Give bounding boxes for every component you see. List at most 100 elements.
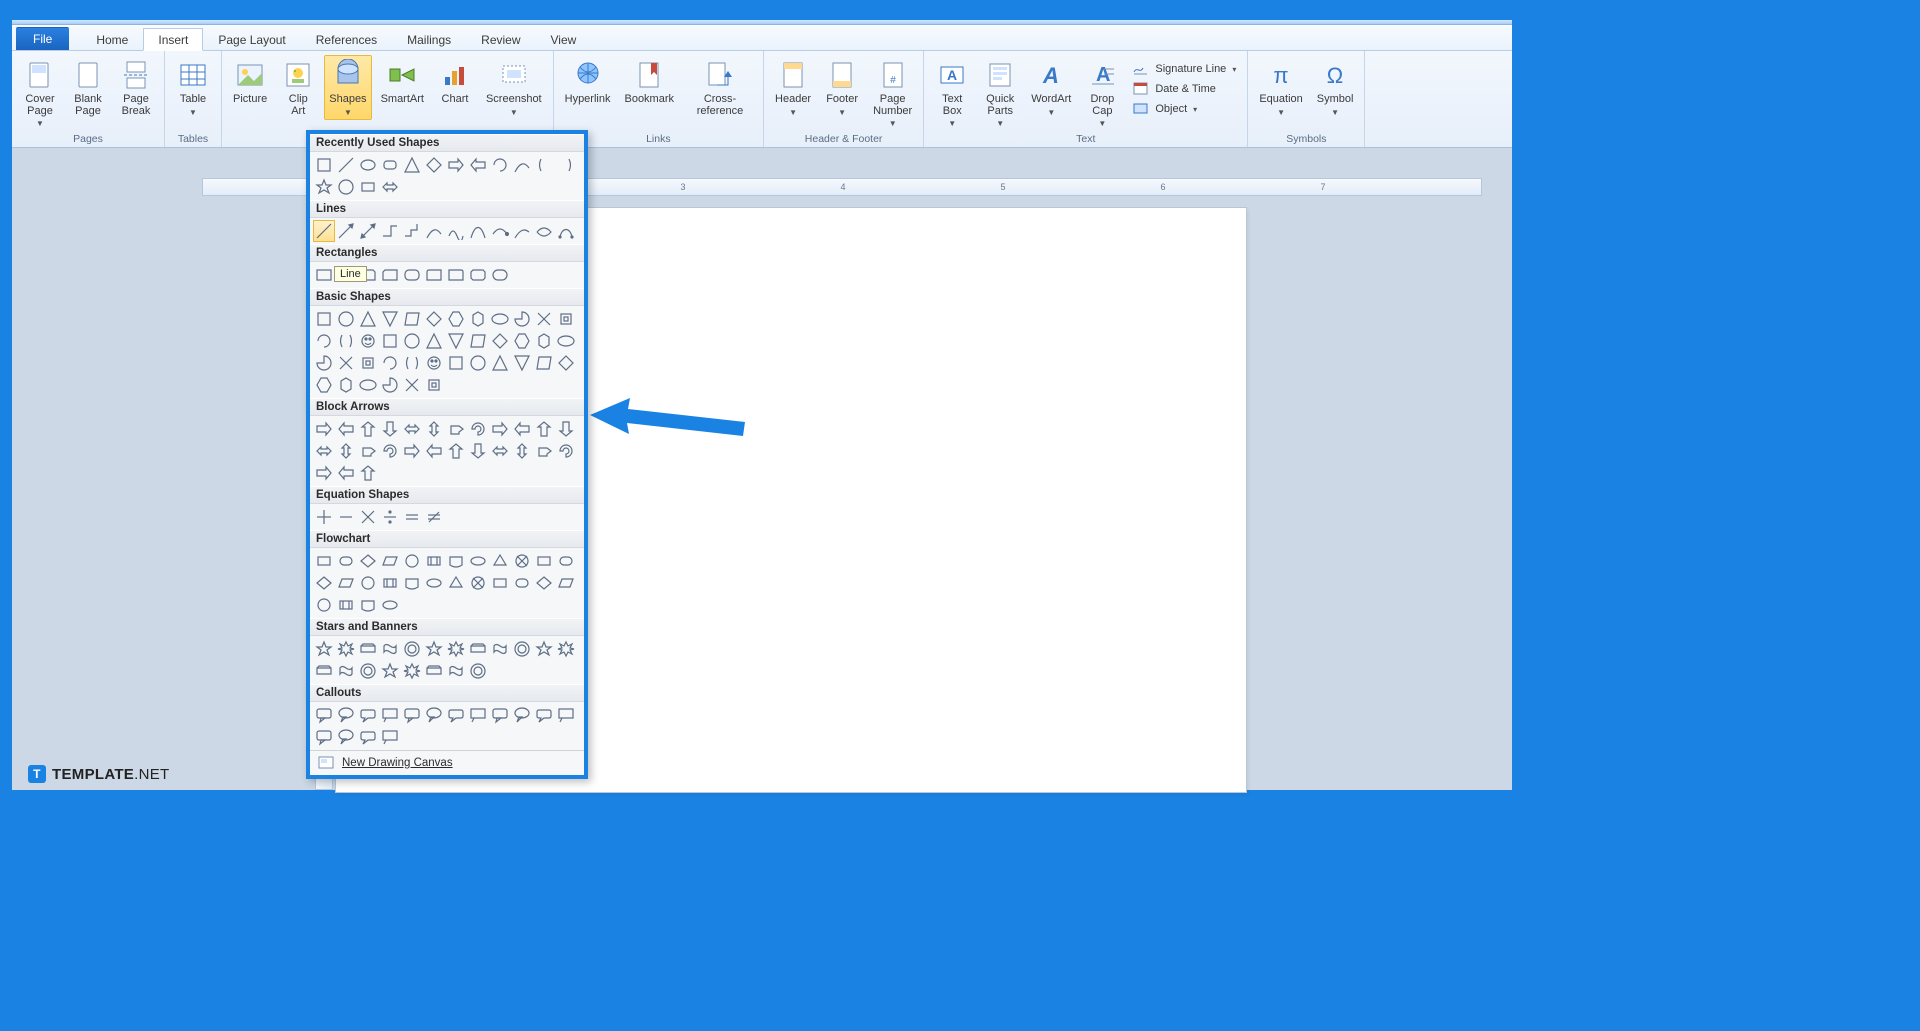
signature-line-button[interactable]: Signature Line ▾ [1128,59,1241,79]
shape-option[interactable] [533,418,555,440]
shape-option[interactable] [379,440,401,462]
shape-option[interactable] [357,352,379,374]
shape-option[interactable] [379,330,401,352]
shape-option[interactable] [401,572,423,594]
shape-option[interactable] [335,660,357,682]
shape-option[interactable] [379,660,401,682]
shape-option[interactable] [445,638,467,660]
tab-references[interactable]: References [301,28,392,50]
shape-option[interactable] [511,418,533,440]
shape-option[interactable] [335,176,357,198]
shape-option[interactable] [533,154,555,176]
shape-option[interactable] [313,462,335,484]
shape-option[interactable] [357,594,379,616]
hyperlink-button[interactable]: Hyperlink [560,55,616,120]
shape-option[interactable] [313,594,335,616]
shape-option[interactable] [445,308,467,330]
shape-option[interactable] [379,506,401,528]
shape-option[interactable] [335,594,357,616]
shape-option[interactable] [401,220,423,242]
shape-option[interactable] [335,506,357,528]
shape-option[interactable] [401,308,423,330]
shape-option[interactable] [401,550,423,572]
shape-option[interactable] [379,264,401,286]
shape-option[interactable] [533,572,555,594]
shape-option[interactable] [313,176,335,198]
shape-option[interactable] [379,638,401,660]
shape-option[interactable] [335,330,357,352]
shape-option[interactable] [489,330,511,352]
shape-option[interactable] [533,440,555,462]
object-button[interactable]: Object ▾ [1128,99,1241,119]
shape-option[interactable] [335,638,357,660]
shape-option[interactable] [335,374,357,396]
shape-option[interactable] [445,264,467,286]
shape-option[interactable] [511,154,533,176]
shape-option[interactable] [555,572,577,594]
shape-option[interactable] [467,572,489,594]
shape-option[interactable] [467,704,489,726]
shape-option[interactable] [379,220,401,242]
clip-art-button[interactable]: ClipArt [276,55,320,120]
shape-option[interactable] [467,638,489,660]
shape-option[interactable] [379,154,401,176]
shape-option[interactable] [489,440,511,462]
shape-option[interactable] [357,418,379,440]
shape-option[interactable] [313,440,335,462]
quick-parts-button[interactable]: QuickParts▼ [978,55,1022,131]
tab-home[interactable]: Home [81,28,143,50]
shape-option[interactable] [357,440,379,462]
shape-option[interactable] [313,352,335,374]
shape-option[interactable] [511,704,533,726]
shape-option[interactable] [335,726,357,748]
shape-option[interactable] [401,352,423,374]
shape-option[interactable] [313,506,335,528]
shape-option[interactable] [313,660,335,682]
shape-option[interactable] [533,638,555,660]
shape-option[interactable] [423,374,445,396]
page-number-button[interactable]: #PageNumber▼ [868,55,917,131]
shape-option[interactable] [467,440,489,462]
shape-option[interactable] [313,572,335,594]
shape-option[interactable] [423,264,445,286]
shape-option[interactable] [379,308,401,330]
shape-option[interactable] [511,440,533,462]
shape-option[interactable] [379,704,401,726]
shape-option[interactable] [555,220,577,242]
shape-option[interactable] [445,220,467,242]
shape-option[interactable] [445,440,467,462]
shape-option[interactable] [401,440,423,462]
shape-option[interactable] [423,572,445,594]
shape-option[interactable] [533,330,555,352]
shape-option[interactable] [335,440,357,462]
shape-option[interactable] [313,220,335,242]
shape-option[interactable] [423,638,445,660]
shape-option[interactable] [489,704,511,726]
chart-button[interactable]: Chart [433,55,477,120]
shape-option[interactable] [445,418,467,440]
tab-review[interactable]: Review [466,28,535,50]
shape-option[interactable] [313,264,335,286]
shape-option[interactable] [423,550,445,572]
shape-option[interactable] [379,572,401,594]
shape-option[interactable] [533,308,555,330]
shape-option[interactable] [313,154,335,176]
shape-option[interactable] [423,506,445,528]
tab-insert[interactable]: Insert [143,28,203,51]
shape-option[interactable] [489,154,511,176]
tab-mailings[interactable]: Mailings [392,28,466,50]
shape-option[interactable] [533,704,555,726]
shape-option[interactable] [335,154,357,176]
shape-option[interactable] [511,308,533,330]
shape-option[interactable] [401,418,423,440]
shape-option[interactable] [423,220,445,242]
shapes-button[interactable]: Shapes▼ [324,55,371,120]
shape-option[interactable] [555,418,577,440]
shape-option[interactable] [555,308,577,330]
shape-option[interactable] [445,660,467,682]
shape-option[interactable] [445,154,467,176]
date-time-button[interactable]: Date & Time [1128,79,1241,99]
shapes-dropdown[interactable]: Recently Used ShapesLinesRectanglesBasic… [306,130,588,779]
shape-option[interactable] [313,330,335,352]
shape-option[interactable] [489,638,511,660]
